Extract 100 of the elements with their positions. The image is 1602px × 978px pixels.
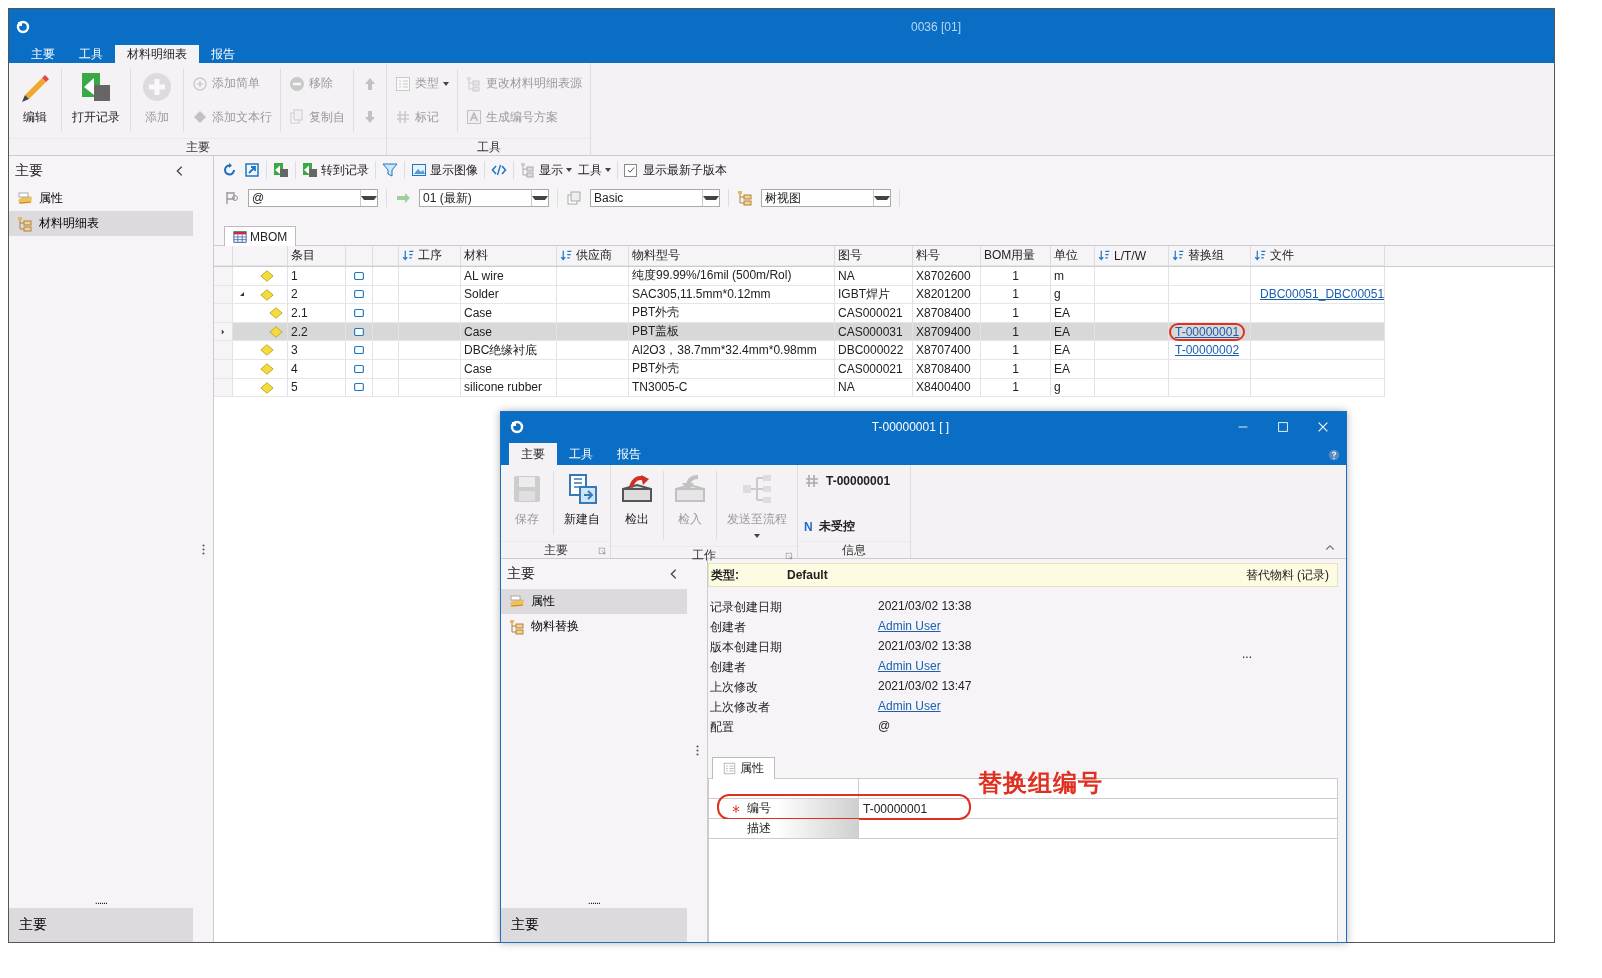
more-dots[interactable]: ...... (9, 894, 193, 906)
column-header[interactable]: 工序 (399, 246, 461, 266)
field-value: 2021/03/02 13:38 (878, 639, 972, 655)
dropdown-field[interactable]: Basic (590, 189, 720, 207)
diamond-icon (260, 361, 274, 376)
menu-button[interactable]: 工具 (578, 161, 611, 179)
ribbon-button[interactable]: 新建自 (560, 471, 604, 530)
column-header[interactable]: 物料型号 (629, 246, 835, 266)
required-icon (731, 803, 741, 814)
field-label: 上次修改 (710, 679, 758, 696)
column-header[interactable]: BOM用量 (981, 246, 1051, 266)
column-header[interactable]: L/T/W (1095, 246, 1169, 266)
tree-icon (17, 215, 33, 232)
maximize-icon[interactable] (1276, 419, 1290, 434)
ribbon-tab[interactable]: 报告 (605, 443, 653, 465)
group-label: 工作 (692, 546, 716, 564)
table-cell: 纯度99.99%/16mil (500m/Rol) (629, 267, 835, 286)
diamond-icon (192, 109, 208, 126)
table-cell: silicone rubber (461, 378, 557, 398)
table-cell: Solder (461, 285, 557, 305)
hash-icon (804, 473, 820, 489)
dropdown-field[interactable]: @ (248, 189, 378, 207)
table-cell: 5 (288, 378, 346, 398)
arrow-icon[interactable] (395, 190, 411, 206)
tree-icon[interactable] (737, 190, 753, 206)
help-icon[interactable] (1328, 449, 1340, 461)
pin-icon[interactable] (224, 190, 240, 206)
nav-item[interactable]: 物料替换 (501, 614, 687, 639)
header-label: BOM用量 (984, 247, 1036, 264)
checkbox[interactable] (624, 163, 637, 177)
ribbon-tab[interactable]: 主要 (509, 443, 557, 465)
more-dots[interactable]: ...... (501, 894, 687, 906)
ribbon-tab[interactable]: 工具 (67, 45, 115, 63)
section-bar[interactable]: 主要 (501, 908, 687, 942)
value-cell[interactable]: T-00000001 (859, 799, 1337, 818)
column-header[interactable]: 材料 (461, 246, 557, 266)
sort-icon[interactable] (560, 249, 573, 262)
link[interactable]: DBC00051_DBC00051 (1254, 285, 1391, 304)
toolbar-button[interactable]: 显示图像 (411, 161, 478, 179)
code-icon[interactable] (491, 162, 507, 178)
launcher-icon[interactable] (785, 552, 794, 561)
field-label: 类型: (711, 566, 740, 584)
puzzle-icon[interactable] (273, 162, 289, 178)
list-icon (723, 762, 736, 775)
link[interactable]: T-00000001 (1169, 322, 1246, 341)
pages-icon[interactable] (566, 190, 582, 206)
column-header[interactable]: 图号 (835, 246, 913, 266)
new-document-icon (566, 473, 598, 505)
link[interactable]: Admin User (878, 659, 941, 676)
sort-icon[interactable] (1172, 249, 1185, 262)
ribbon-button[interactable]: 打开记录 (68, 69, 124, 128)
ribbon-tab[interactable]: 报告 (199, 45, 247, 63)
column-header[interactable]: 料号 (913, 246, 981, 266)
column-header[interactable]: 供应商 (557, 246, 629, 266)
ribbon-button[interactable]: 编辑 (15, 69, 55, 128)
sort-icon[interactable] (402, 249, 415, 262)
dropdown-field[interactable]: 01 (最新) (419, 189, 549, 207)
view-tab[interactable]: MBOM (224, 226, 297, 246)
record-type: 替代物料 (记录) (1245, 566, 1329, 584)
table-cell: EA (1051, 341, 1095, 360)
nav-item[interactable]: 属性 (9, 186, 193, 211)
dropdown-field[interactable]: 树视图 (761, 189, 891, 207)
column-header[interactable]: 替换组 (1169, 246, 1251, 266)
table-cell: DBC绝缘衬底 (461, 341, 557, 360)
header-label: 单位 (1054, 247, 1078, 264)
nav-item[interactable]: 属性 (501, 589, 687, 614)
hand-icon (509, 593, 525, 610)
ribbon-tab[interactable]: 材料明细表 (115, 45, 199, 63)
property-tab[interactable]: 属性 (712, 757, 775, 779)
header-cell (373, 246, 399, 266)
sort-icon[interactable] (1098, 249, 1111, 262)
row-header-cell[interactable] (214, 341, 233, 360)
link[interactable]: T-00000002 (1169, 341, 1246, 360)
table-cell (557, 378, 629, 398)
ribbon-tab[interactable]: 主要 (19, 45, 67, 63)
nav-item[interactable]: 材料明细表 (9, 211, 193, 236)
refresh-icon[interactable] (222, 162, 238, 178)
row-header-cell[interactable] (214, 267, 233, 286)
launcher-icon[interactable] (598, 547, 607, 556)
menu-button[interactable]: 显示 (520, 161, 572, 179)
column-header[interactable]: 文件 (1251, 246, 1385, 266)
ribbon-button[interactable]: 检出 (617, 471, 657, 530)
link-icon[interactable] (244, 162, 260, 178)
filter-icon[interactable] (382, 162, 398, 178)
diamond-icon (260, 269, 274, 283)
column-header[interactable]: 单位 (1051, 246, 1095, 266)
table-cell: PBT外壳 (629, 304, 835, 323)
link[interactable]: Admin User (878, 699, 941, 716)
list-icon (395, 75, 411, 92)
table-cell: 1 (981, 341, 1051, 360)
column-header[interactable]: 条目 (288, 246, 346, 266)
table-cell: DBC000022 (835, 341, 913, 360)
ribbon-tab[interactable]: 工具 (557, 443, 605, 465)
sort-icon[interactable] (1254, 249, 1267, 262)
link[interactable]: Admin User (878, 619, 941, 636)
section-bar[interactable]: 主要 (9, 908, 193, 942)
row-header-cell[interactable] (214, 304, 233, 323)
toolbar-button[interactable]: 转到记录 (302, 161, 369, 179)
more-button[interactable]: ... (1242, 647, 1252, 661)
table-cell (557, 285, 629, 305)
